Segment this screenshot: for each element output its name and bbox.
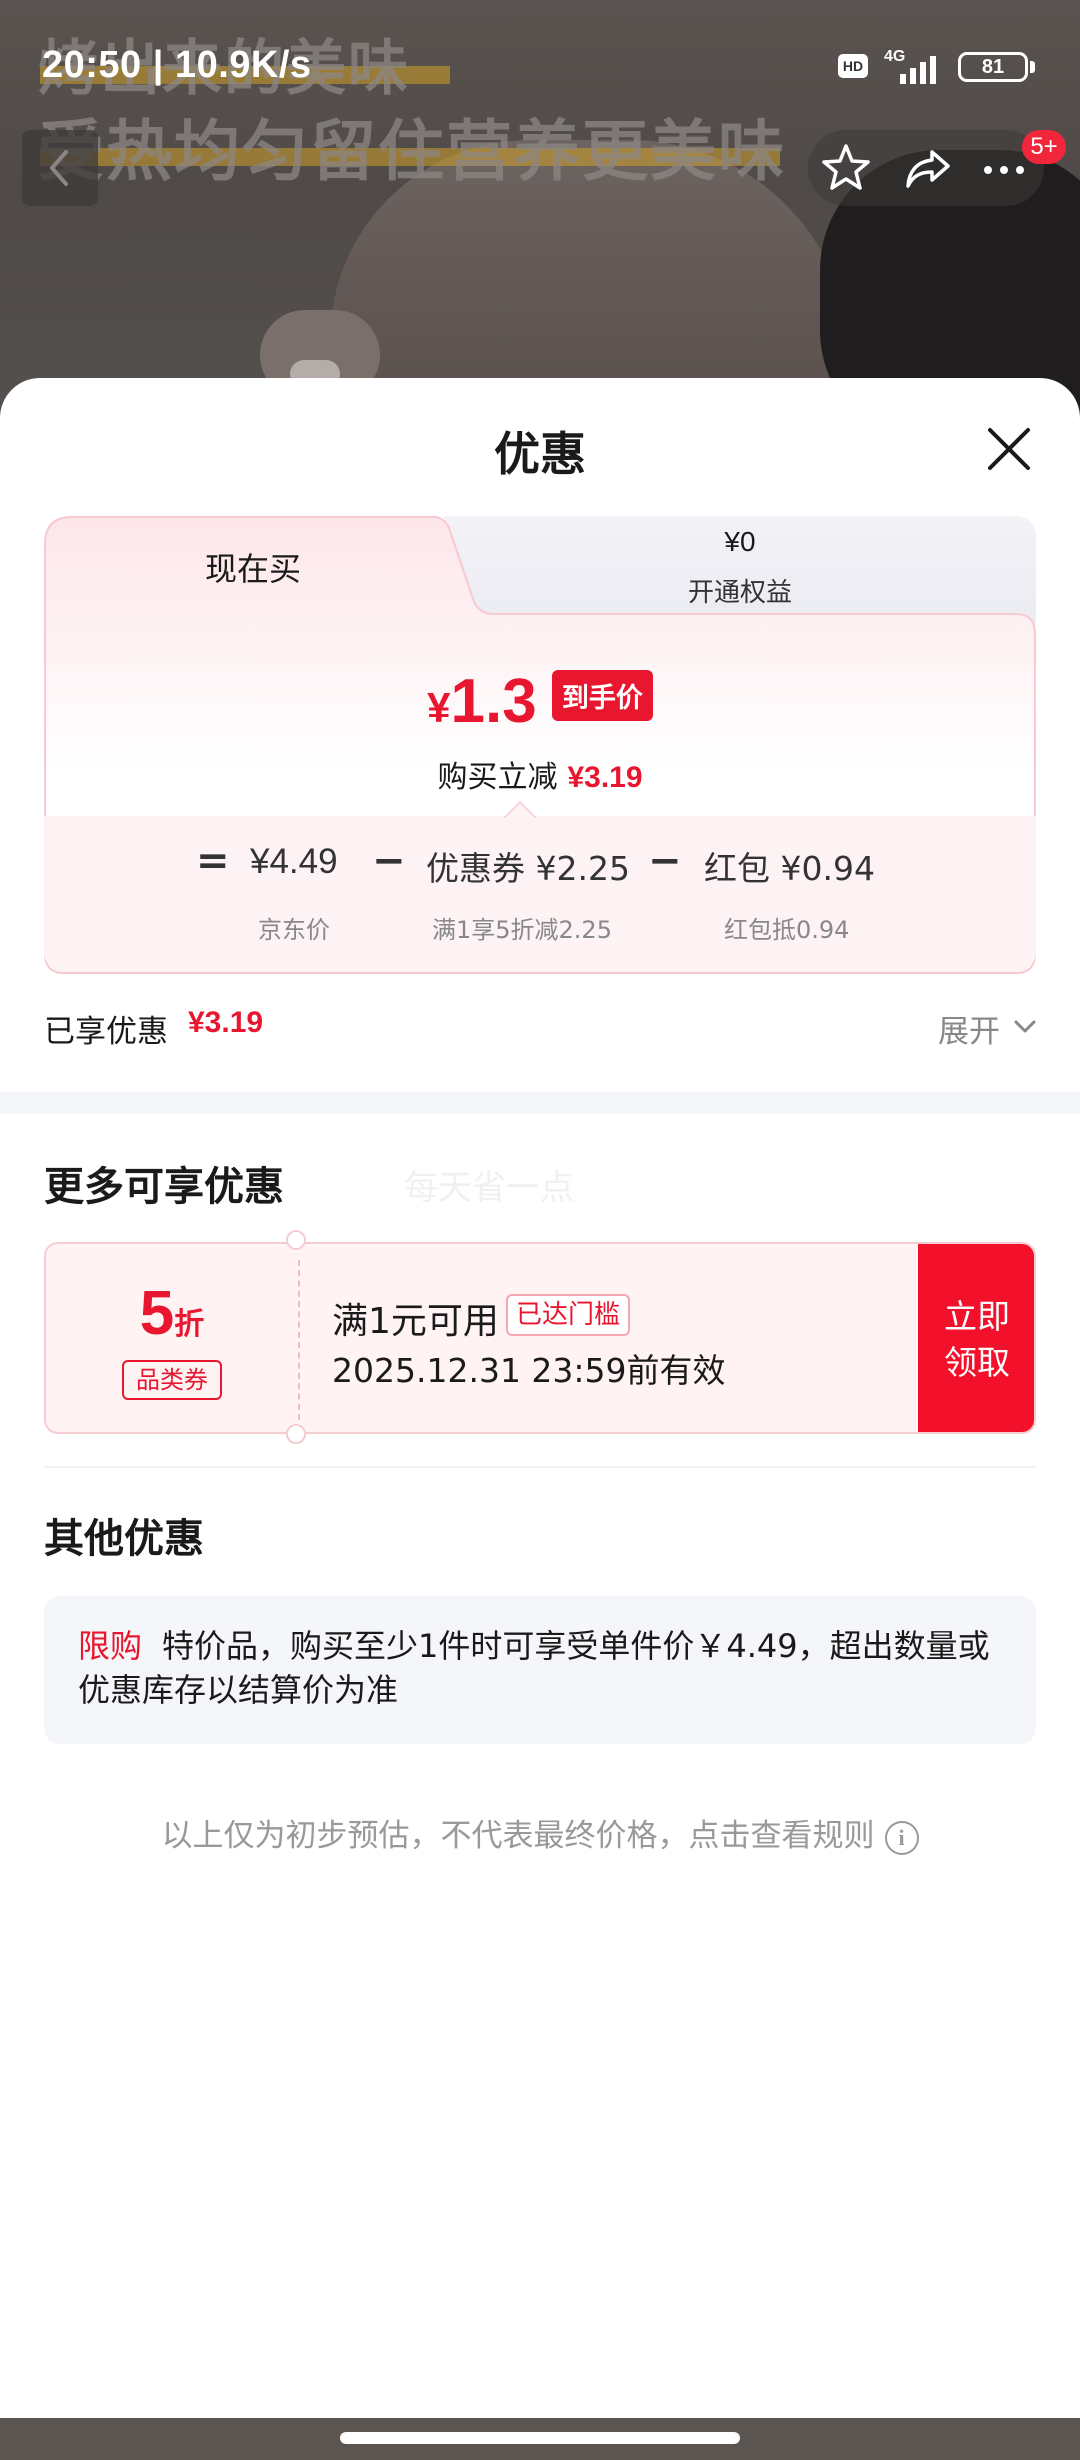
other-discounts-title: 其他优惠 (44, 1516, 204, 1562)
reduce-row: 购买立减 ¥3.19 (44, 752, 1036, 796)
final-price-tag: 到手价 (551, 670, 653, 721)
hd-icon: HD (838, 54, 868, 78)
formula-pointer (504, 800, 536, 818)
coupon-amount: 优惠券 ¥2.25 (426, 849, 630, 888)
redpack-amount: 红包 ¥0.94 (704, 849, 875, 888)
thin-divider (44, 1466, 1036, 1468)
price-formula: = ¥4.49 京东价 − 优惠券 ¥2.25 满1享5折减2.25 − 红包 … (44, 800, 1036, 972)
back-icon (50, 150, 68, 186)
coupon-type: 品类券 (122, 1360, 222, 1400)
coupon-amount-label: 满1享5折减2.25 (432, 916, 612, 944)
tab-buy-now[interactable]: 现在买 (44, 544, 462, 590)
battery-tip (1030, 61, 1035, 73)
other-discount-item: 限购 特价品，购买至少1件时可享受单件价￥4.49，超出数量或优惠库存以结算价为准 (44, 1596, 1036, 1744)
price-card: ¥0 开通权益 现在买 ¥1.3 到手价 购买立减 ¥3.19 = ¥4.49 … (44, 516, 1036, 974)
equals-sign: = (196, 838, 230, 884)
limit-tag: 限购 (78, 1627, 143, 1665)
jd-price: ¥4.49 (250, 842, 338, 881)
star-icon[interactable] (818, 140, 874, 196)
enjoyed-label: 已享优惠 (44, 1014, 168, 1050)
notification-badge: 5+ (1022, 130, 1066, 164)
minus-sign-1: − (372, 838, 406, 884)
claim-coupon-button[interactable]: 立即 领取 (918, 1244, 1034, 1432)
signal-icon (900, 56, 936, 84)
coupon-card: 5折 品类券 满1元可用 已达门槛 2025.12.31 23:59前有效 立即… (44, 1242, 1036, 1434)
final-price-row: ¥1.3 到手价 (44, 666, 1036, 736)
final-price: ¥1.3 (427, 667, 537, 736)
section-divider (0, 1092, 1080, 1114)
coupon-notch-top (286, 1230, 306, 1250)
coupon-threshold-badge: 已达门槛 (506, 1294, 631, 1336)
more-discounts-subtitle: 每天省一点 (404, 1168, 574, 1208)
sheet-title: 优惠 (494, 427, 586, 481)
coupon-discount: 5折 (139, 1279, 205, 1348)
disclaimer-link[interactable]: 以上仅为初步预估，不代表最终价格，点击查看规则 i (0, 1810, 1080, 1855)
coupon-condition: 满1元可用 (332, 1301, 499, 1342)
expand-button[interactable]: 展开 (938, 1006, 1000, 1051)
coupon-expiry: 2025.12.31 23:59前有效 (332, 1351, 726, 1390)
close-icon[interactable] (980, 420, 1038, 478)
coupon-dashed-divider (298, 1260, 300, 1420)
home-indicator[interactable] (340, 2432, 740, 2444)
jd-price-label: 京东价 (258, 916, 330, 944)
more-discounts-title: 更多可享优惠 (44, 1164, 284, 1210)
coupon-value-area: 5折 品类券 (46, 1244, 298, 1432)
reduce-value: ¥3.19 (567, 761, 643, 794)
info-icon[interactable]: i (884, 1820, 919, 1855)
status-bar: 20:50 | 10.9K/s HD 4G 81 (0, 0, 1080, 130)
coupon-notch-bottom (286, 1424, 306, 1444)
reduce-label: 购买立减 (437, 760, 558, 795)
battery-icon: 81 (958, 52, 1028, 82)
share-icon[interactable] (900, 140, 956, 196)
chevron-down-icon[interactable] (1012, 1018, 1038, 1036)
discount-sheet: 优惠 ¥0 开通权益 现在买 ¥1.3 到手价 购买立减 ¥3.19 = ¥4.… (0, 378, 1080, 2418)
minus-sign-2: − (648, 838, 682, 884)
redpack-amount-label: 红包抵0.94 (724, 916, 850, 944)
back-button[interactable] (22, 130, 98, 206)
enjoyed-value: ¥3.19 (188, 1006, 264, 1039)
status-time: 20:50 | 10.9K/s (42, 44, 312, 86)
other-discount-text: 限购 特价品，购买至少1件时可享受单件价￥4.49，超出数量或优惠库存以结算价为准 (78, 1627, 990, 1709)
